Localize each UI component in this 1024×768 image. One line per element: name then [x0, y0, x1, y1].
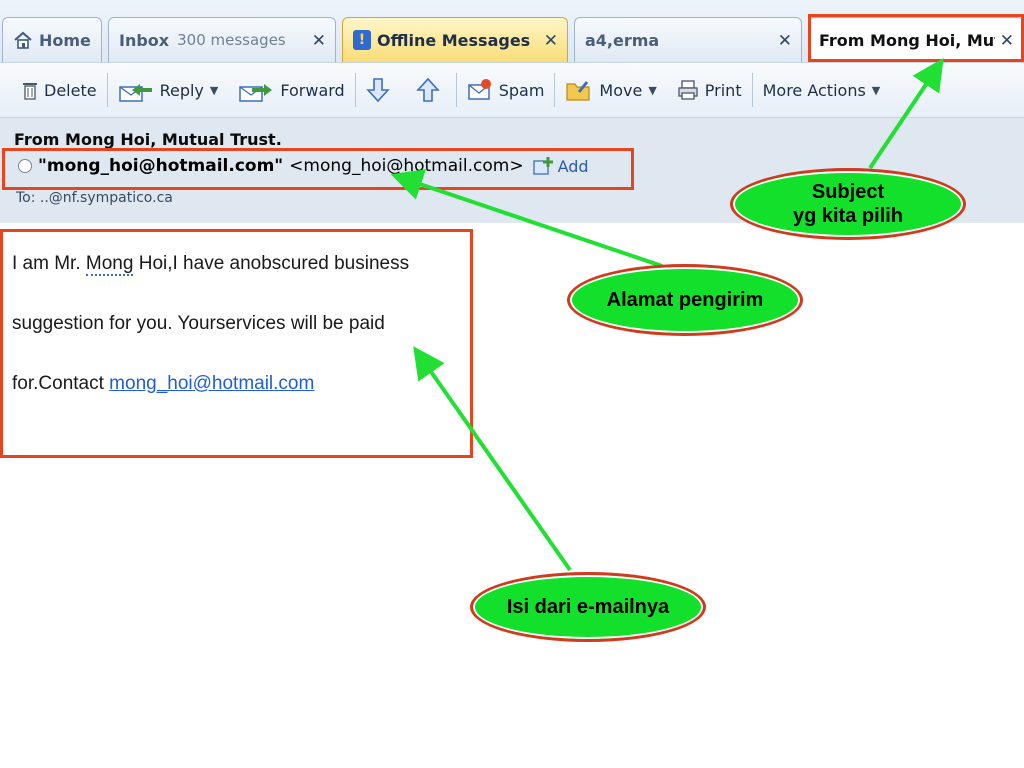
tab-inbox[interactable]: Inbox 300 messages ✕ [108, 17, 336, 62]
close-icon[interactable]: ✕ [312, 31, 326, 51]
more-actions-label: More Actions [762, 80, 866, 100]
forward-icon [239, 84, 273, 102]
spam-button[interactable]: Spam [457, 70, 555, 110]
sender-highlight-box [2, 148, 634, 190]
arrow-up-icon [415, 77, 440, 102]
print-label: Print [704, 80, 742, 100]
more-actions-button[interactable]: More Actions ▼ [753, 70, 891, 110]
alert-icon: ! [353, 30, 371, 50]
previous-message-button[interactable] [406, 70, 456, 110]
sender-callout: Alamat pengirim [567, 264, 803, 336]
delete-button[interactable]: Delete [12, 70, 107, 110]
close-icon[interactable]: ✕ [544, 31, 558, 51]
print-button[interactable]: Print [667, 70, 752, 110]
tab-a4-erma[interactable]: a4,erma ✕ [574, 17, 802, 62]
subject-line: From Mong Hoi, Mutual Trust. [14, 130, 282, 149]
subject-highlight-box [808, 14, 1024, 62]
tab-home[interactable]: Home [2, 17, 102, 62]
tab-offline-messages[interactable]: ! Offline Messages ✕ [342, 17, 568, 62]
move-button[interactable]: Move ▼ [555, 70, 666, 110]
tab-a4-erma-label: a4,erma [585, 30, 660, 50]
chevron-down-icon[interactable]: ▼ [872, 84, 880, 97]
chevron-down-icon[interactable]: ▼ [210, 84, 218, 97]
reply-icon [118, 84, 152, 102]
spam-label: Spam [498, 80, 545, 100]
forward-label: Forward [280, 80, 345, 100]
tab-inbox-count: 300 messages [177, 31, 286, 49]
printer-icon [678, 80, 698, 100]
spam-icon [467, 79, 491, 100]
tab-offline-label: Offline Messages [377, 30, 531, 50]
tab-home-label: Home [39, 30, 91, 50]
delete-label: Delete [44, 80, 97, 100]
message-toolbar: Delete Reply ▼ Forward Spam Move ▼ Print… [0, 62, 1024, 118]
body-highlight-box [0, 229, 473, 458]
chevron-down-icon[interactable]: ▼ [648, 84, 656, 97]
forward-button[interactable]: Forward [228, 70, 354, 110]
reply-button[interactable]: Reply ▼ [108, 70, 229, 110]
content-callout: Isi dari e-mailnya [470, 572, 706, 642]
home-icon [14, 31, 32, 49]
subject-callout: Subject yg kita pilih [730, 168, 966, 240]
folder-move-icon [566, 81, 591, 101]
tab-inbox-label: Inbox [119, 30, 170, 50]
trash-icon [23, 83, 37, 100]
next-message-button[interactable] [356, 70, 406, 110]
close-icon[interactable]: ✕ [778, 31, 792, 51]
move-label: Move [599, 80, 643, 100]
recipient-line: To: ..@nf.sympatico.ca [16, 190, 173, 206]
arrow-down-icon [365, 78, 390, 103]
reply-label: Reply [159, 80, 204, 100]
